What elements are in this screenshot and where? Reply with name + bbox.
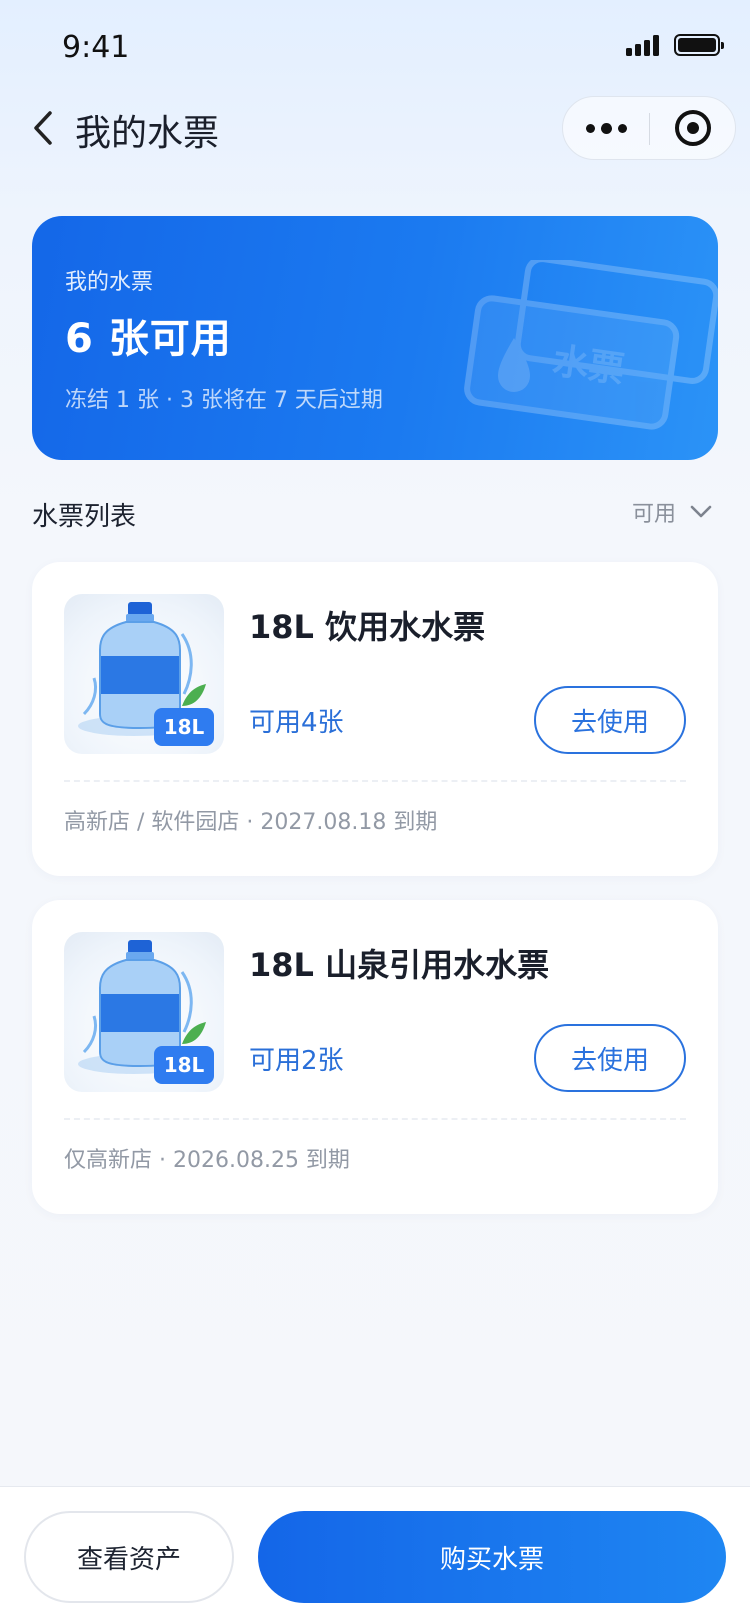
view-assets-button[interactable]: 查看资产 <box>24 1511 234 1603</box>
ticket-card: 18L 18L 饮用水水票 可用4张 去使用 高新店 / 软件园店 · 2027… <box>32 562 718 876</box>
ticket-meta: 高新店 / 软件园店 · 2027.08.18 到期 <box>64 810 438 835</box>
ticket-meta: 仅高新店 · 2026.08.25 到期 <box>64 1148 350 1173</box>
card-divider <box>64 1118 686 1120</box>
signal-icon <box>626 34 662 56</box>
ticket-available: 可用2张 <box>249 1046 344 1076</box>
ticket-available: 可用4张 <box>249 708 344 738</box>
filter-value: 可用 <box>632 502 677 527</box>
target-icon <box>675 110 711 146</box>
summary-card: 我的水票 6 张可用 冻结 1 张 · 3 张将在 7 天后过期 水票 <box>32 216 718 460</box>
use-ticket-button[interactable]: 去使用 <box>534 1024 686 1092</box>
mini-program-capsule <box>562 96 736 160</box>
ticket-name: 18L 山泉引用水水票 <box>249 946 550 984</box>
buy-tickets-button[interactable]: 购买水票 <box>258 1511 726 1603</box>
list-title: 水票列表 <box>32 502 137 532</box>
card-divider <box>64 780 686 782</box>
chevron-down-icon <box>690 505 712 518</box>
bottom-action-bar: 查看资产 购买水票 <box>0 1486 750 1624</box>
use-ticket-button[interactable]: 去使用 <box>534 686 686 754</box>
summary-subtext: 冻结 1 张 · 3 张将在 7 天后过期 <box>65 388 383 413</box>
chevron-left-icon <box>34 111 52 145</box>
size-badge: 18L <box>154 1046 214 1084</box>
summary-label: 我的水票 <box>65 270 154 295</box>
close-button[interactable] <box>650 97 736 159</box>
ticket-decoration-icon: 水票 <box>464 260 718 430</box>
size-badge: 18L <box>154 708 214 746</box>
ticket-thumbnail: 18L <box>64 594 224 754</box>
ticket-card: 18L 18L 山泉引用水水票 可用2张 去使用 仅高新店 · 2026.08.… <box>32 900 718 1214</box>
back-button[interactable] <box>28 108 58 148</box>
status-time: 9:41 <box>62 30 130 65</box>
more-button[interactable] <box>563 97 649 159</box>
ticket-thumbnail: 18L <box>64 932 224 1092</box>
page-title: 我的水票 <box>75 113 220 154</box>
status-filter-dropdown[interactable]: 可用 <box>632 496 712 528</box>
more-dots-icon <box>585 123 595 133</box>
battery-icon <box>674 34 724 56</box>
summary-count: 6 张可用 <box>65 316 232 362</box>
ticket-name: 18L 饮用水水票 <box>249 608 486 646</box>
